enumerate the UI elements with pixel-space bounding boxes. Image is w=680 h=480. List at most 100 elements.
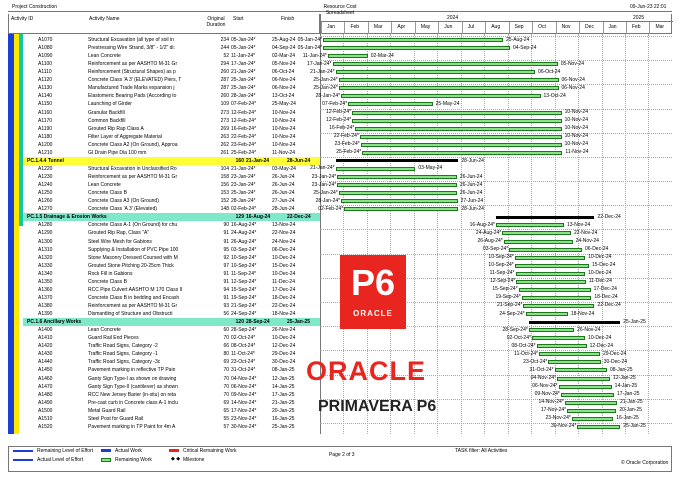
remaining-work-bar[interactable] xyxy=(352,118,562,123)
remaining-work-bar[interactable] xyxy=(341,199,458,204)
activity-row[interactable]: A1180 Filter Layer of Aggregate Material 2… xyxy=(8,133,320,141)
remaining-work-bar[interactable] xyxy=(536,344,587,349)
remaining-work-bar[interactable] xyxy=(509,247,582,252)
remaining-work-bar[interactable] xyxy=(335,166,416,171)
activity-row[interactable]: A1140 Elastomeric Bearing Pads (According… xyxy=(8,92,320,100)
remaining-work-bar[interactable] xyxy=(567,408,617,413)
wbs-row[interactable]: PC.1.6 Ancillary Works 120 28-Sep-24 25-Jan… xyxy=(23,318,320,327)
remaining-work-bar[interactable] xyxy=(338,191,457,196)
activity-row[interactable]: A1110 Reinforcement (Structural Shapes) a… xyxy=(8,68,320,76)
remaining-work-bar[interactable] xyxy=(344,207,459,212)
activity-row[interactable]: A1200 Concrete Class A2 (On Ground), Appr… xyxy=(8,141,320,149)
remaining-work-bar[interactable] xyxy=(516,279,586,284)
remaining-work-bar[interactable] xyxy=(362,150,563,155)
activity-row[interactable]: A1410 Guard Rail End Pieces 70 02-Oct-24* 10… xyxy=(8,334,320,342)
activity-row[interactable]: A1520 Pavement marking in TP Paint for 4m… xyxy=(8,423,320,431)
activity-row[interactable]: A1250 Concrete Class B 153 25-Jan-24* 26-Jun… xyxy=(8,189,320,197)
activity-row[interactable]: A1350 Concrete Class B 91 12-Sep-24* 11-Dec-… xyxy=(8,278,320,286)
remaining-work-bar[interactable] xyxy=(355,126,562,131)
activity-row[interactable]: A1280 Concrete Class A-1 (On Ground) for … xyxy=(8,221,320,229)
wbs-row[interactable]: PC.1.5 Drainage & Erosion Works 129 16-Aug… xyxy=(23,213,320,222)
remaining-work-bar[interactable] xyxy=(518,287,591,292)
remaining-work-bar[interactable] xyxy=(360,142,562,147)
remaining-work-bar[interactable] xyxy=(327,54,368,59)
activity-row[interactable]: A1470 Ganty Sign Type-II (cantilever) as … xyxy=(8,383,320,391)
remaining-work-bar[interactable] xyxy=(554,368,607,373)
activity-row[interactable]: A1070 Structural Excavation (all type of … xyxy=(8,36,320,44)
activity-row[interactable]: A1240 Lean Concrete 156 23-Jan-24* 26-Jun-24 xyxy=(8,181,320,189)
remaining-work-bar[interactable] xyxy=(556,376,611,381)
activity-row[interactable]: A1170 Common Backfill 273 12-Feb-24* 10-Nov-… xyxy=(8,117,320,125)
remaining-work-bar[interactable] xyxy=(531,336,586,341)
remaining-work-bar[interactable] xyxy=(548,360,601,365)
remaining-work-bar[interactable] xyxy=(571,416,614,421)
remaining-work-bar[interactable] xyxy=(514,263,589,268)
activity-row[interactable]: A1420 Traffic Road Signs, Category -2 66 08… xyxy=(8,342,320,350)
remaining-work-bar[interactable] xyxy=(338,86,559,91)
remaining-work-bar[interactable] xyxy=(521,295,592,300)
activity-row[interactable]: A1270 Concrete Class 'A 3' (Elevated) 148 0… xyxy=(8,205,320,213)
activity-row[interactable]: A1230 Reinforcement as per AASHTO M-31 Gr… xyxy=(8,173,320,181)
activity-row[interactable]: A1160 Granular Backfill 273 12-Feb-24* 10-No… xyxy=(8,109,320,117)
remaining-work-bar[interactable] xyxy=(538,352,600,357)
col-start[interactable]: Start xyxy=(233,16,244,22)
remaining-work-bar[interactable] xyxy=(560,392,615,397)
remaining-work-bar[interactable] xyxy=(335,70,536,75)
remaining-work-bar[interactable] xyxy=(337,175,457,180)
activity-row[interactable]: A1090 Lean Concrete 52 11-Jan-24* 02-Mar-24 xyxy=(8,52,320,60)
remaining-work-bar[interactable] xyxy=(502,231,572,236)
activity-row[interactable]: A1190 Grouted Rip Rap Class A 269 16-Feb-24… xyxy=(8,125,320,133)
activity-row[interactable]: A1330 Grouted Stone Pitching 20-25cm Thic… xyxy=(8,262,320,270)
activity-row[interactable]: A1340 Rock Fill in Gabions 91 11-Sep-24* 10-… xyxy=(8,270,320,278)
activity-row[interactable]: A1080 Prestressing Wire Strand, 3/8" - 1/… xyxy=(8,44,320,52)
activity-row[interactable]: A1370 Concrete Class B in bedding and Enc… xyxy=(8,294,320,302)
activity-row[interactable]: A1320 Stone Masonry Dressed Coursed with … xyxy=(8,254,320,262)
remaining-work-bar[interactable] xyxy=(338,78,559,83)
col-finish[interactable]: Finish xyxy=(281,16,294,22)
remaining-work-bar[interactable] xyxy=(352,110,562,115)
col-activity-id[interactable]: Activity ID xyxy=(11,16,33,22)
activity-row[interactable]: A1490 Pre-cast curb in Concrete class A-1… xyxy=(8,399,320,407)
activity-row[interactable]: A1400 Lean Concrete 60 28-Sep-24* 26-Nov-24 xyxy=(8,326,320,334)
activity-row[interactable]: A1390 Dismantling of Structure and Obstru… xyxy=(8,310,320,318)
col-activity-name[interactable]: Activity Name xyxy=(89,16,120,22)
activity-row[interactable]: A1290 Grouted Rip Rap, Class "A" 91 24-Aug-… xyxy=(8,229,320,237)
activity-row[interactable]: A1100 Reinforcement as per AASHTO M-31 Gr… xyxy=(8,60,320,68)
remaining-work-bar[interactable] xyxy=(341,94,541,99)
activity-row[interactable]: A1260 Concrete Class A3 (On Ground) 152 28-… xyxy=(8,197,320,205)
remaining-work-bar[interactable] xyxy=(323,38,503,42)
activity-row[interactable]: A1220 Structural Excavation in Unclassifi… xyxy=(8,165,320,173)
col-duration[interactable]: Original Duration xyxy=(203,16,229,28)
remaining-work-bar[interactable] xyxy=(495,223,564,228)
remaining-work-bar[interactable] xyxy=(564,400,618,405)
summary-bar[interactable] xyxy=(335,159,459,163)
activity-row[interactable]: A1380 Reinforcement as per AASHTO M-31 Gr… xyxy=(8,302,320,310)
activity-row[interactable]: A1480 RCC New Jersey Barier (in-situ) on … xyxy=(8,391,320,399)
remaining-work-bar[interactable] xyxy=(337,183,457,188)
remaining-work-bar[interactable] xyxy=(514,255,586,260)
remaining-work-bar[interactable] xyxy=(528,328,575,333)
activity-row[interactable]: A1300 Steel Wire Mesh for Gabions 91 26-Aug… xyxy=(8,238,320,246)
activity-row[interactable]: A1460 Ganty Sign Type-I as shown on drawi… xyxy=(8,375,320,383)
remaining-work-bar[interactable] xyxy=(525,312,568,317)
activity-row[interactable]: A1150 Launching of Girder 109 07-Feb-24* 25-… xyxy=(8,100,320,108)
summary-bar[interactable] xyxy=(528,320,621,324)
activity-row[interactable]: A1130 Manufactured Trade Marks expansion … xyxy=(8,84,320,92)
remaining-work-bar[interactable] xyxy=(323,46,511,51)
remaining-work-bar[interactable] xyxy=(515,271,586,276)
remaining-work-bar[interactable] xyxy=(523,303,595,308)
remaining-work-bar[interactable] xyxy=(503,239,573,244)
remaining-work-bar[interactable] xyxy=(348,102,433,107)
activity-row[interactable]: A1360 RCC Pipe Culvert AASHTO M 170 Class… xyxy=(8,286,320,294)
activity-row[interactable]: A1120 Concrete Class 'A 3' (ELEVATED) Pie… xyxy=(8,76,320,84)
activity-row[interactable]: A1210 GI Drain Pipe Dia 100 mm 261 25-Feb-2… xyxy=(8,149,320,157)
summary-bar[interactable] xyxy=(495,215,595,219)
remaining-work-bar[interactable] xyxy=(359,134,562,139)
activity-row[interactable]: A1500 Metal Guard Rail 65 17-Nov-24* 20-Jan-… xyxy=(8,407,320,415)
activity-row[interactable]: A1510 Steel Post for Guard Rail 55 23-Nov-2… xyxy=(8,415,320,423)
activity-row[interactable]: A1440 Traffic Road Signs, Category -3c 69 2… xyxy=(8,358,320,366)
activity-row[interactable]: A1450 Pavement marking in reflective TP P… xyxy=(8,366,320,374)
remaining-work-bar[interactable] xyxy=(577,424,621,429)
activity-row[interactable]: A1310 Supplying & Installation of PVC Pip… xyxy=(8,246,320,254)
remaining-work-bar[interactable] xyxy=(558,384,612,389)
